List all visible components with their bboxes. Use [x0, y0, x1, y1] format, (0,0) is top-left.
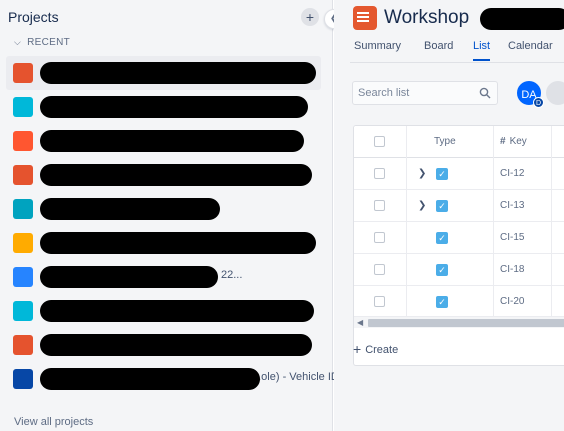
table-row[interactable]: ✓ CI-18	[354, 254, 564, 286]
scroll-left-icon[interactable]: ◀	[357, 318, 363, 327]
redaction-mark	[40, 130, 304, 152]
project-icon-cards	[13, 301, 33, 321]
sidebar-project-item[interactable]	[6, 90, 321, 124]
tabs-divider	[350, 62, 564, 63]
project-sidebar: Projects + ⌵ RECENT D 22... ...ole) - Vehi…	[0, 0, 383, 431]
sidebar-project-item[interactable]	[6, 226, 321, 260]
redaction-mark	[40, 266, 218, 288]
redaction-mark	[40, 300, 314, 322]
project-icon	[353, 6, 377, 30]
tab-summary[interactable]: Summary	[354, 40, 401, 52]
plus-icon: +	[353, 341, 362, 357]
avatar-more[interactable]	[544, 79, 564, 107]
project-icon-robot	[13, 97, 33, 117]
redaction-mark	[40, 164, 312, 186]
redaction-mark	[40, 368, 260, 390]
view-all-projects-link[interactable]: View all projects	[14, 416, 93, 428]
tab-board[interactable]: Board	[424, 40, 453, 52]
row-checkbox[interactable]	[374, 296, 385, 307]
issue-key[interactable]: CI-15	[500, 232, 524, 243]
recent-label: RECENT	[27, 37, 71, 48]
project-icon-flag	[13, 233, 33, 253]
project-icon-astronaut	[13, 267, 33, 287]
redaction-mark	[40, 62, 316, 84]
redaction-mark	[40, 232, 316, 254]
expand-row-icon[interactable]: ❯	[418, 168, 426, 179]
create-project-button[interactable]: +	[301, 8, 319, 26]
task-type-icon: ✓	[436, 264, 448, 276]
scrollbar-thumb[interactable]	[368, 319, 564, 327]
project-icon-wrench	[13, 131, 33, 151]
table-row[interactable]: ✓ CI-15	[354, 222, 564, 254]
select-all-checkbox[interactable]	[374, 136, 385, 147]
recent-section-toggle[interactable]: ⌵ RECENT	[14, 37, 70, 48]
sidebar-project-item[interactable]	[6, 158, 321, 192]
project-icon-globe	[13, 369, 33, 389]
table-row[interactable]: ✓ CI-20	[354, 286, 564, 318]
search-input[interactable]	[353, 82, 477, 104]
sidebar-project-item[interactable]	[6, 294, 321, 328]
project-icon-browser	[13, 165, 33, 185]
row-checkbox[interactable]	[374, 200, 385, 211]
table-row[interactable]: ❯ ✓ CI-12	[354, 158, 564, 190]
sidebar-project-item[interactable]	[6, 192, 321, 226]
issue-key[interactable]: CI-13	[500, 200, 524, 211]
project-title: Workshop	[384, 7, 470, 28]
horizontal-scrollbar[interactable]: ◀	[354, 316, 564, 328]
search-box	[352, 81, 498, 105]
row-checkbox[interactable]	[374, 264, 385, 275]
column-header-key[interactable]: # Key	[500, 136, 527, 147]
sidebar-project-item[interactable]: ...ole) - Vehicle ID (5)544...	[6, 362, 383, 396]
redaction-mark	[40, 96, 308, 118]
task-type-icon: ✓	[436, 168, 448, 180]
row-checkbox[interactable]	[374, 232, 385, 243]
sidebar-project-item[interactable]	[6, 328, 321, 362]
hash-icon: #	[500, 136, 506, 147]
main-content: Workshop Summary Board List Calendar DA …	[334, 0, 564, 431]
sidebar-project-item[interactable]	[6, 56, 321, 90]
row-checkbox[interactable]	[374, 168, 385, 179]
sidebar-title: Projects	[8, 9, 59, 25]
task-type-icon: ✓	[436, 232, 448, 244]
search-icon	[479, 87, 491, 99]
key-header-label: Key	[509, 136, 527, 147]
chevron-down-icon: ⌵	[14, 37, 22, 47]
project-icon-document	[13, 63, 33, 83]
issue-table: Type # Key ❯ ✓ CI-12 ❯ ✓ CI-13 ✓ CI-15 ✓ CI-18 ✓ CI-…	[353, 125, 564, 366]
avatar-badge: D	[533, 97, 544, 108]
tab-list[interactable]: List	[473, 40, 491, 61]
create-issue-button[interactable]: + Create	[353, 340, 399, 357]
tab-calendar[interactable]: Calendar	[508, 40, 553, 52]
issue-key[interactable]: CI-12	[500, 168, 524, 179]
redaction-mark	[40, 198, 220, 220]
table-header: Type # Key	[354, 126, 564, 158]
project-icon-browser	[13, 335, 33, 355]
create-label: Create	[365, 344, 399, 356]
project-icon-lifebuoy	[13, 199, 33, 219]
issue-key[interactable]: CI-20	[500, 296, 524, 307]
sidebar-project-item[interactable]: D 22...	[6, 260, 321, 294]
redaction-mark	[40, 334, 312, 356]
task-type-icon: ✓	[436, 200, 448, 212]
column-header-type[interactable]: Type	[434, 136, 456, 147]
table-row[interactable]: ❯ ✓ CI-13	[354, 190, 564, 222]
issue-key[interactable]: CI-18	[500, 264, 524, 275]
recent-project-list: D 22... ...ole) - Vehicle ID (5)544...	[6, 56, 383, 396]
task-type-icon: ✓	[436, 296, 448, 308]
sidebar-project-item[interactable]	[6, 124, 321, 158]
expand-row-icon[interactable]: ❯	[418, 200, 426, 211]
redaction-mark	[480, 8, 564, 30]
